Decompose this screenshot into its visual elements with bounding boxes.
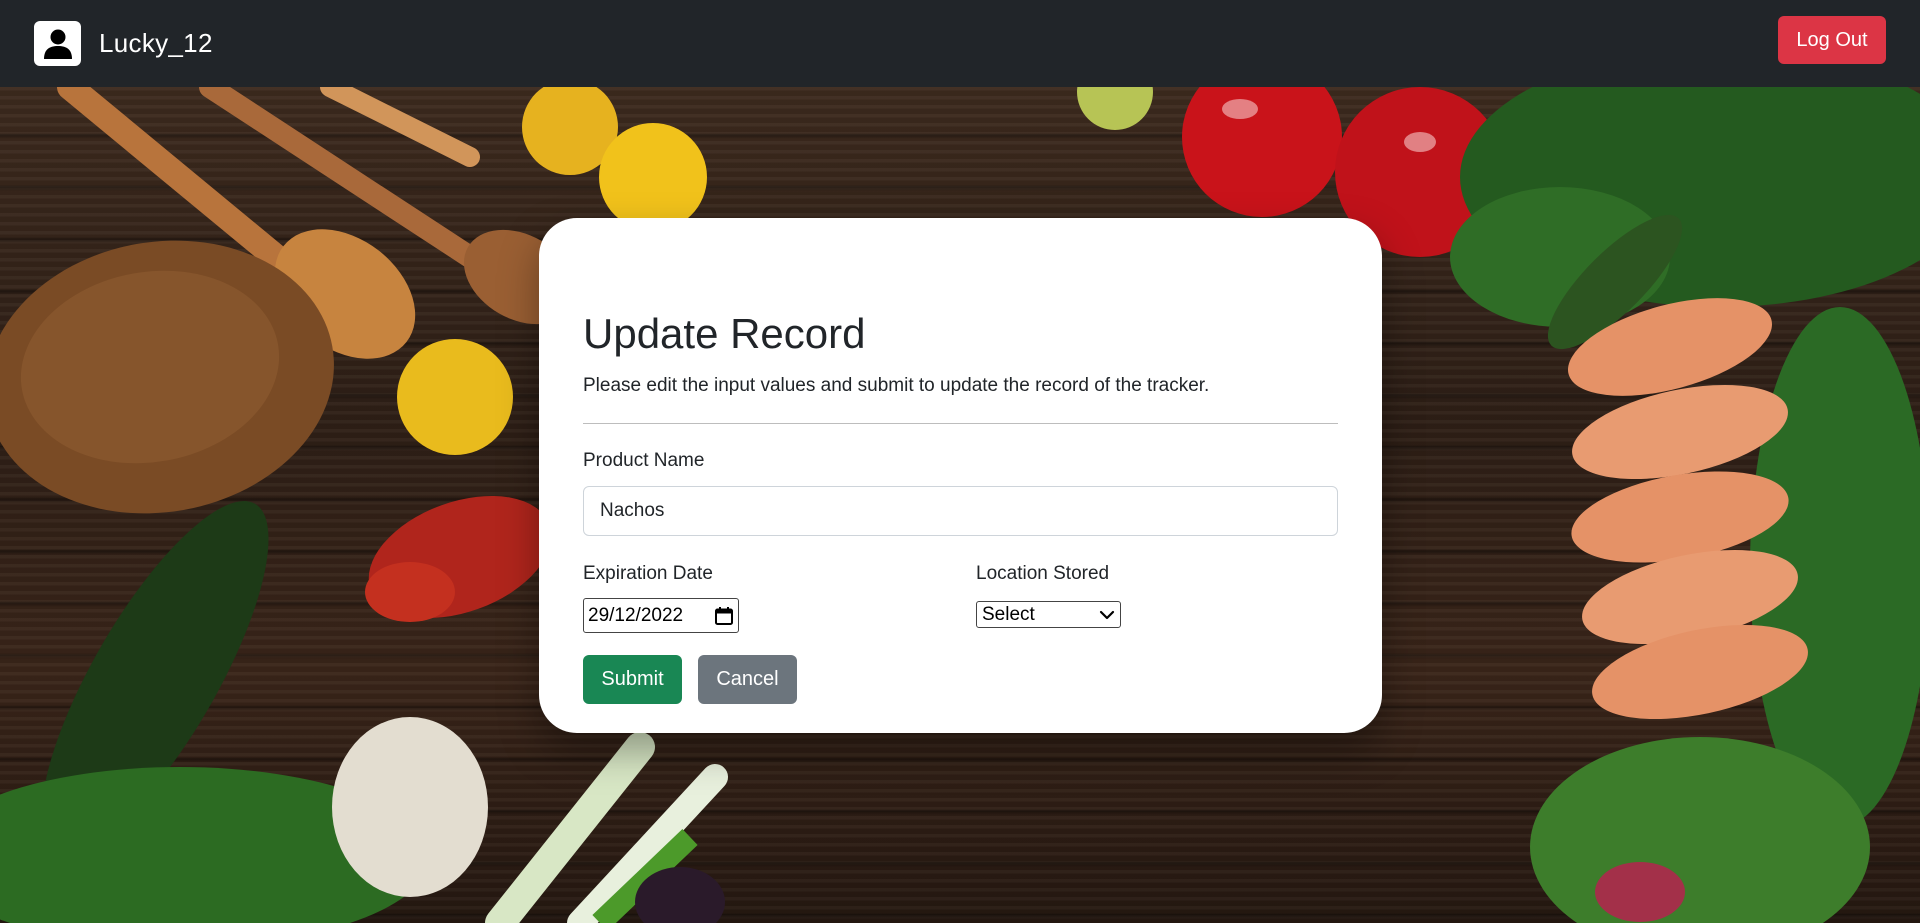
cancel-button[interactable]: Cancel xyxy=(698,655,797,704)
submit-button[interactable]: Submit xyxy=(583,655,682,704)
product-name-input[interactable] xyxy=(583,486,1338,536)
expiration-date-value: 29/12/2022 xyxy=(588,604,684,626)
divider xyxy=(583,423,1338,424)
chevron-down-icon xyxy=(1099,610,1115,619)
avatar xyxy=(34,21,81,66)
update-record-card: Update Record Please edit the input valu… xyxy=(539,218,1382,733)
username: Lucky_12 xyxy=(99,28,213,58)
location-stored-select[interactable]: Select xyxy=(976,601,1121,628)
expiration-date-label: Expiration Date xyxy=(583,563,713,584)
location-stored-label: Location Stored xyxy=(976,563,1110,584)
page-title: Update Record xyxy=(583,310,866,357)
top-navbar: Lucky_12 Log Out xyxy=(0,0,1920,87)
page-subtitle: Please edit the input values and submit … xyxy=(583,375,1210,396)
logout-button[interactable]: Log Out xyxy=(1778,16,1886,64)
product-name-label: Product Name xyxy=(583,450,705,471)
user-icon xyxy=(43,29,72,59)
location-selected-value: Select xyxy=(982,603,1035,625)
calendar-icon[interactable] xyxy=(714,606,734,626)
expiration-date-input[interactable]: 29/12/2022 xyxy=(583,598,739,633)
